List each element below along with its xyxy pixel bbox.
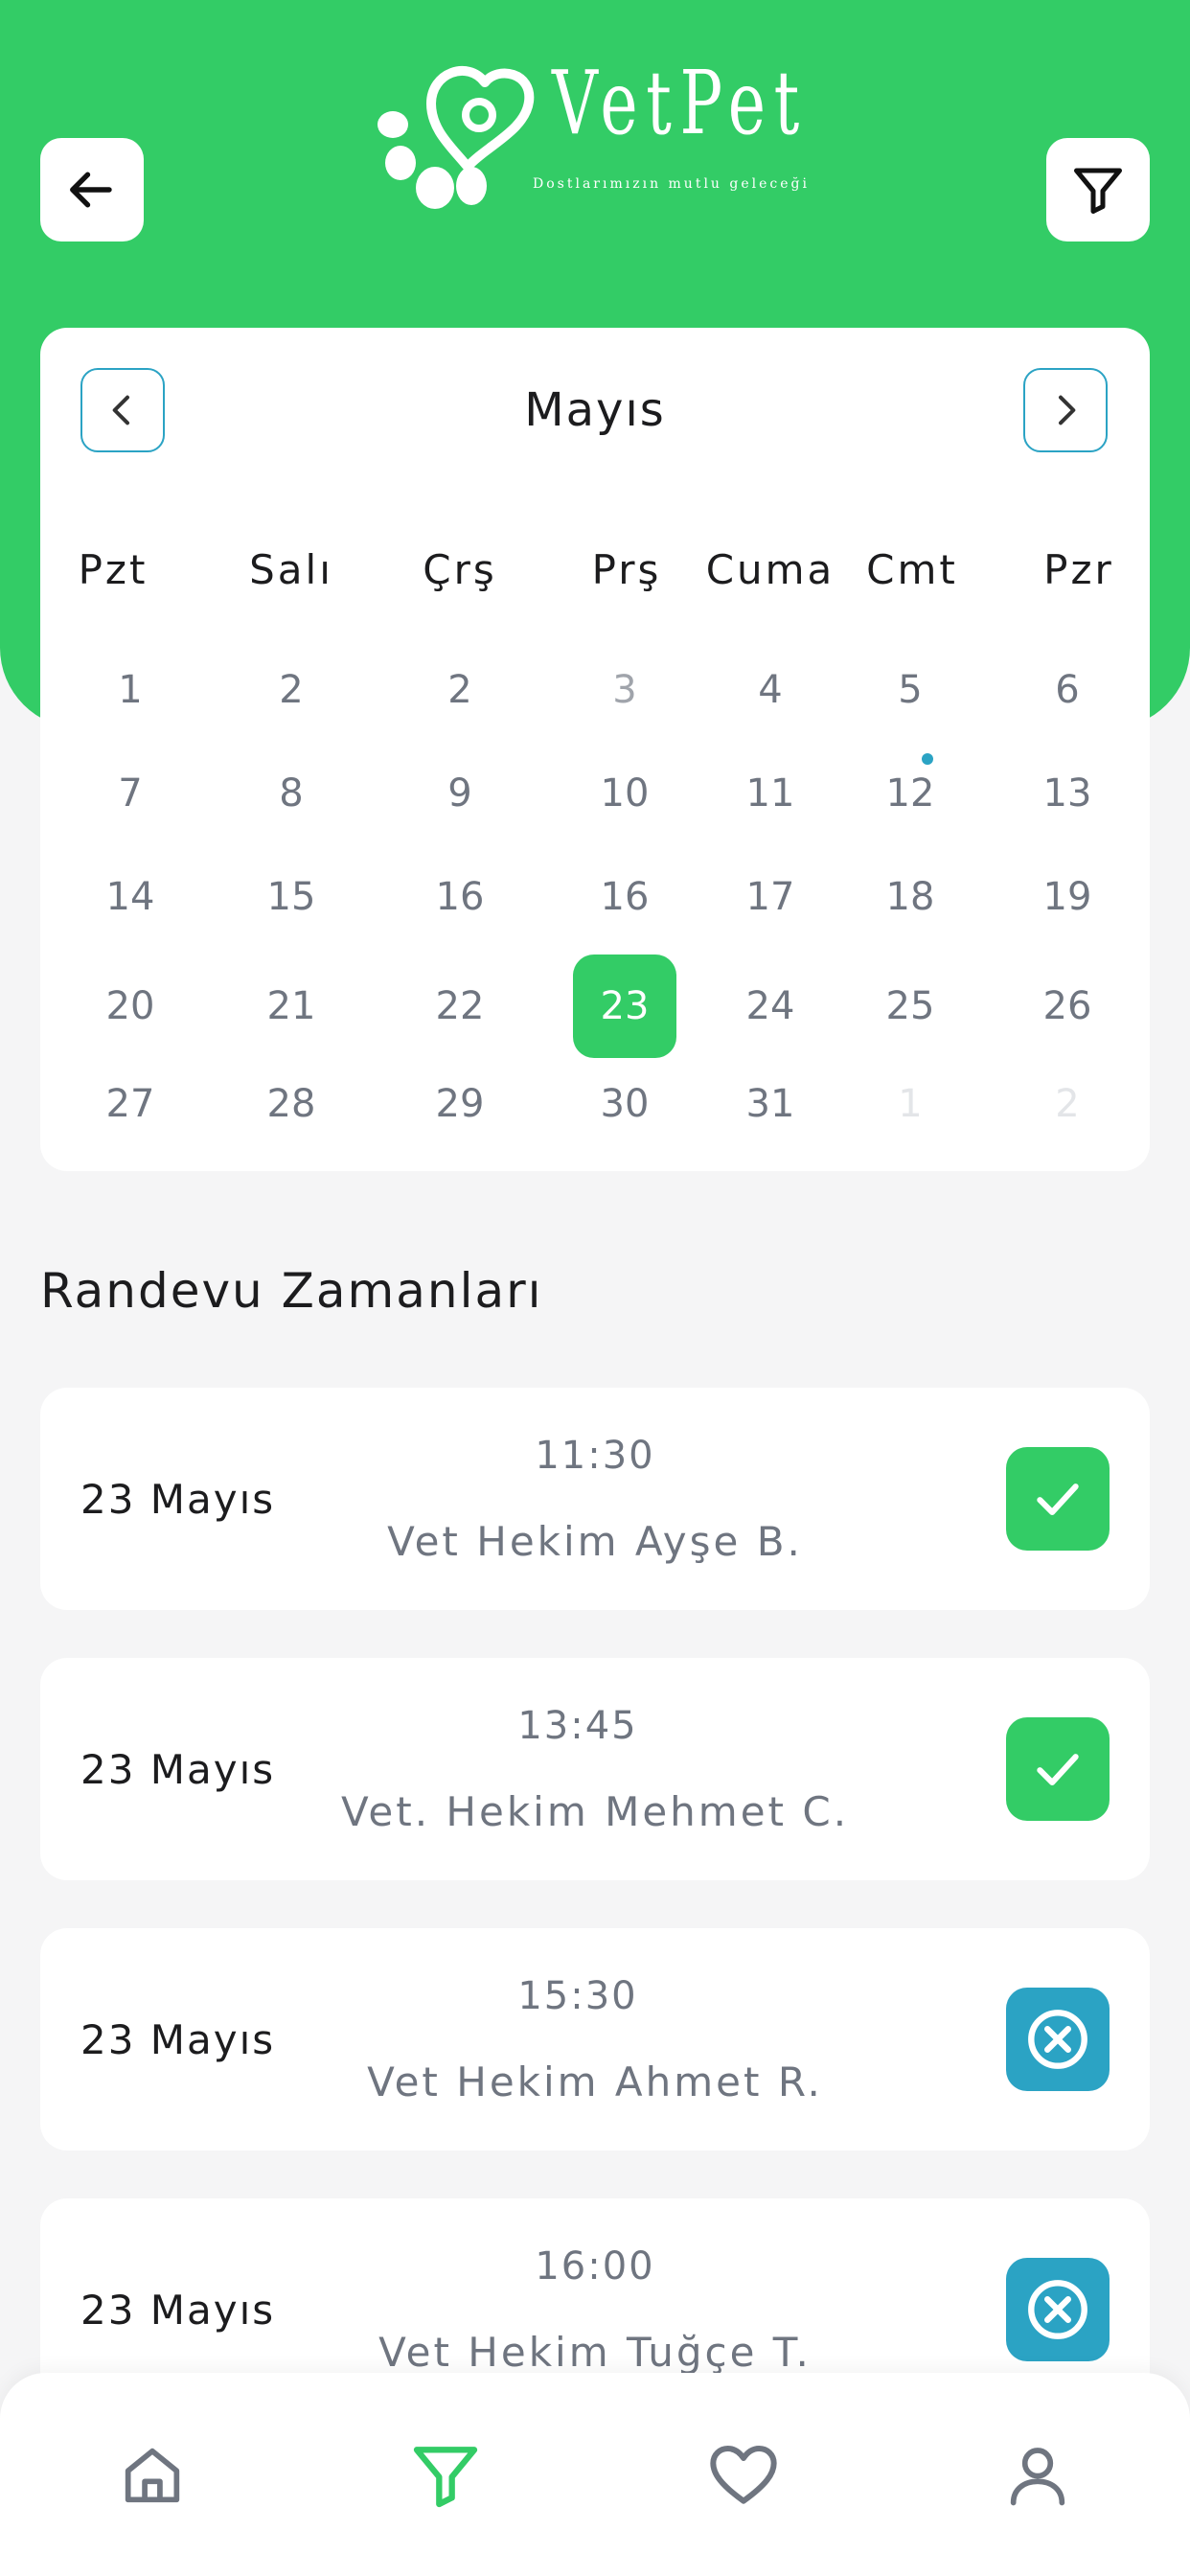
calendar-day[interactable]: 21 xyxy=(240,954,343,1058)
calendar-day[interactable]: 16 xyxy=(573,845,676,949)
calendar-day[interactable]: 2 xyxy=(408,638,512,742)
filter-icon xyxy=(1074,168,1122,214)
calendar-day[interactable]: 26 xyxy=(1016,954,1119,1058)
calendar-day-selected[interactable]: 23 xyxy=(573,954,676,1058)
tab-profile[interactable] xyxy=(995,2432,1081,2518)
home-icon xyxy=(125,2448,180,2503)
calendar-day[interactable]: 29 xyxy=(408,1052,512,1156)
weekday-label: Salı xyxy=(249,546,333,593)
cancel-status-button[interactable] xyxy=(1006,1988,1110,2091)
appointment-time: 13:45 xyxy=(517,1704,638,1748)
calendar-day[interactable]: 8 xyxy=(240,742,343,845)
filter-button[interactable] xyxy=(1046,138,1150,242)
tab-filter[interactable] xyxy=(402,2432,489,2518)
calendar-day[interactable]: 1 xyxy=(858,1052,962,1156)
calendar-day[interactable]: 5 xyxy=(858,638,962,742)
appointment-vet: Vet. Hekim Mehmet C. xyxy=(340,1788,850,1835)
calendar-day[interactable]: 22 xyxy=(408,954,512,1058)
user-icon xyxy=(1010,2448,1065,2506)
weekday-label: Cmt xyxy=(866,546,958,593)
calendar-day[interactable]: 7 xyxy=(79,742,182,845)
appointment-time: 15:30 xyxy=(517,1974,638,2018)
calendar-day[interactable]: 13 xyxy=(1016,742,1119,845)
chevron-right-icon xyxy=(1059,395,1076,426)
brand-tagline: Dostlarımızın mutlu geleceği xyxy=(533,176,810,192)
calendar-day[interactable]: 3 xyxy=(573,638,676,742)
calendar-day[interactable]: 19 xyxy=(1016,845,1119,949)
weekday-label: Çrş xyxy=(423,546,497,593)
next-month-button[interactable] xyxy=(1023,368,1108,452)
bottom-navigation xyxy=(0,2373,1190,2576)
close-circle-icon xyxy=(1028,2280,1087,2339)
calendar-day[interactable]: 25 xyxy=(858,954,962,1058)
appointment-date: 23 Mayıs xyxy=(80,1745,276,1793)
cancel-status-button[interactable] xyxy=(1006,2258,1110,2361)
weekday-label: Pzr xyxy=(1043,546,1114,593)
tab-favorites[interactable] xyxy=(700,2432,787,2518)
vetpet-logo: VetPet Dostlarımızın mutlu geleceği xyxy=(372,54,832,226)
appointment-date: 23 Mayıs xyxy=(80,1475,276,1523)
appointment-vet: Vet Hekim Tuğçe T. xyxy=(378,2329,812,2376)
calendar-day[interactable]: 4 xyxy=(719,638,822,742)
check-icon xyxy=(1037,1754,1079,1786)
weekday-label: Prş xyxy=(591,546,662,593)
calendar-day[interactable]: 24 xyxy=(719,954,822,1058)
appointment-card[interactable]: 23 Mayıs 13:45 Vet. Hekim Mehmet C. xyxy=(40,1658,1150,1880)
paw-heart-icon xyxy=(378,65,535,209)
appointment-vet: Vet Hekim Ahmet R. xyxy=(367,2058,823,2105)
appointment-vet: Vet Hekim Ayşe B. xyxy=(387,1518,803,1565)
calendar-day[interactable]: 30 xyxy=(573,1052,676,1156)
arrow-left-icon xyxy=(70,172,112,208)
month-title: Mayıs xyxy=(524,383,666,437)
appointment-card[interactable]: 23 Mayıs 15:30 Vet Hekim Ahmet R. xyxy=(40,1928,1150,2150)
calendar-day[interactable]: 9 xyxy=(408,742,512,845)
calendar-day[interactable]: 28 xyxy=(240,1052,343,1156)
weekday-label: Pzt xyxy=(78,546,149,593)
calendar-day[interactable]: 14 xyxy=(79,845,182,949)
confirm-status-button[interactable] xyxy=(1006,1447,1110,1551)
tab-home[interactable] xyxy=(109,2432,195,2518)
brand-name: VetPet xyxy=(552,52,808,154)
appointments-title: Randevu Zamanları xyxy=(40,1263,543,1319)
confirm-status-button[interactable] xyxy=(1006,1717,1110,1821)
calendar-day[interactable]: 12 xyxy=(858,742,962,845)
check-icon xyxy=(1037,1484,1079,1516)
appointment-card[interactable]: 23 Mayıs 11:30 Vet Hekim Ayşe B. xyxy=(40,1388,1150,1610)
event-indicator-dot xyxy=(922,753,933,765)
filter-icon xyxy=(413,2447,478,2508)
close-circle-icon xyxy=(1028,2010,1087,2069)
calendar-card: Mayıs Pzt Salı Çrş Prş Cuma Cmt Pzr 1223… xyxy=(40,328,1150,1171)
calendar-day[interactable]: 10 xyxy=(573,742,676,845)
calendar-day[interactable]: 18 xyxy=(858,845,962,949)
calendar-day[interactable]: 27 xyxy=(79,1052,182,1156)
back-button[interactable] xyxy=(40,138,144,242)
calendar-day[interactable]: 2 xyxy=(240,638,343,742)
calendar-day[interactable]: 2 xyxy=(1016,1052,1119,1156)
calendar-day[interactable]: 15 xyxy=(240,845,343,949)
calendar-day[interactable]: 1 xyxy=(79,638,182,742)
appointment-time: 11:30 xyxy=(535,1434,655,1478)
appointment-time: 16:00 xyxy=(535,2244,655,2288)
calendar-day[interactable]: 31 xyxy=(719,1052,822,1156)
weekday-label: Cuma xyxy=(705,546,835,593)
calendar-day[interactable]: 16 xyxy=(408,845,512,949)
calendar-day[interactable]: 20 xyxy=(79,954,182,1058)
appointment-date: 23 Mayıs xyxy=(80,2015,276,2063)
heart-icon xyxy=(710,2446,777,2504)
calendar-day[interactable]: 11 xyxy=(719,742,822,845)
calendar-day[interactable]: 17 xyxy=(719,845,822,949)
calendar-day[interactable]: 6 xyxy=(1016,638,1119,742)
